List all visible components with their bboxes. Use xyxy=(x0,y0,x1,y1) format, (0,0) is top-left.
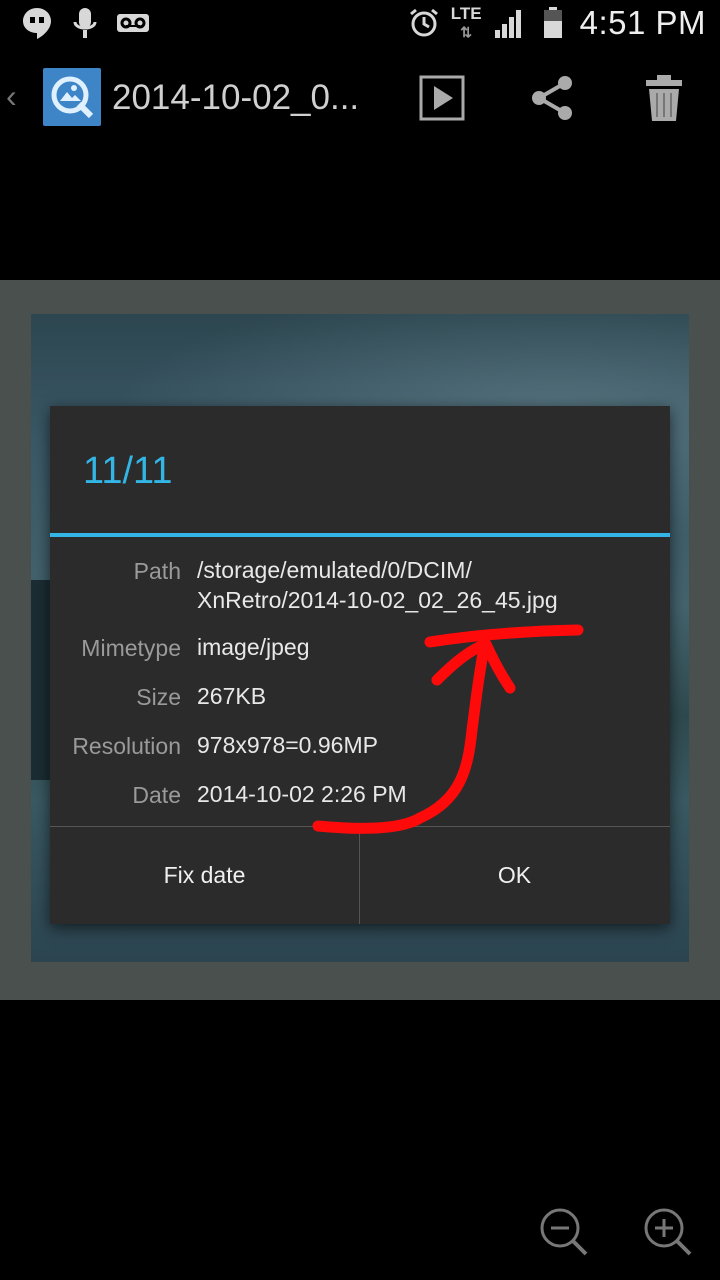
mimetype-label: Mimetype xyxy=(81,635,181,661)
dialog-title-divider xyxy=(50,533,670,537)
app-icon[interactable] xyxy=(43,68,101,126)
share-icon xyxy=(532,76,572,120)
path-value-line2: XnRetro/2014-10-02_02_26_45.jpg xyxy=(197,587,558,613)
share-button[interactable] xyxy=(524,70,580,126)
path-label: Path xyxy=(133,558,181,584)
size-label: Size xyxy=(136,684,181,710)
ok-button[interactable]: OK xyxy=(360,827,669,924)
dialog-title: 11/11 xyxy=(83,450,173,492)
voice-icon xyxy=(68,6,102,40)
zoom-out-icon xyxy=(540,1208,588,1256)
clock: 4:51 PM xyxy=(579,4,706,41)
path-value-line1: /storage/emulated/0/DCIM/ xyxy=(197,557,472,583)
trash-icon xyxy=(646,75,682,121)
size-value: 267KB xyxy=(197,683,267,709)
resolution-label: Resolution xyxy=(72,733,181,759)
hangouts-icon xyxy=(20,6,54,40)
battery-icon xyxy=(536,6,570,40)
zoom-out-button[interactable] xyxy=(538,1206,590,1258)
date-value: 2014-10-02 2:26 PM xyxy=(197,781,407,807)
resolution-value: 978x978=0.96MP xyxy=(197,732,378,758)
back-chevron-icon[interactable]: ‹ xyxy=(6,78,17,115)
file-title: 2014-10-02_0... xyxy=(112,78,360,117)
voicemail-icon xyxy=(116,6,150,40)
zoom-in-button[interactable] xyxy=(642,1206,694,1258)
delete-button[interactable] xyxy=(636,70,692,126)
mimetype-value: image/jpeg xyxy=(197,634,310,660)
action-bar: ‹ 2014-10-02_0... xyxy=(0,60,720,136)
details-dialog: 11/11 Path /storage/emulated/0/DCIM/ XnR… xyxy=(50,406,670,924)
date-label: Date xyxy=(132,782,181,808)
play-icon xyxy=(419,75,465,121)
signal-icon xyxy=(492,6,526,40)
play-button[interactable] xyxy=(414,70,470,126)
network-type: LTE ⇅ xyxy=(450,4,482,41)
fix-date-button[interactable]: Fix date xyxy=(50,827,359,924)
status-bar: LTE ⇅ 4:51 PM xyxy=(0,0,720,48)
alarm-icon xyxy=(407,6,441,40)
zoom-in-icon xyxy=(644,1208,692,1256)
